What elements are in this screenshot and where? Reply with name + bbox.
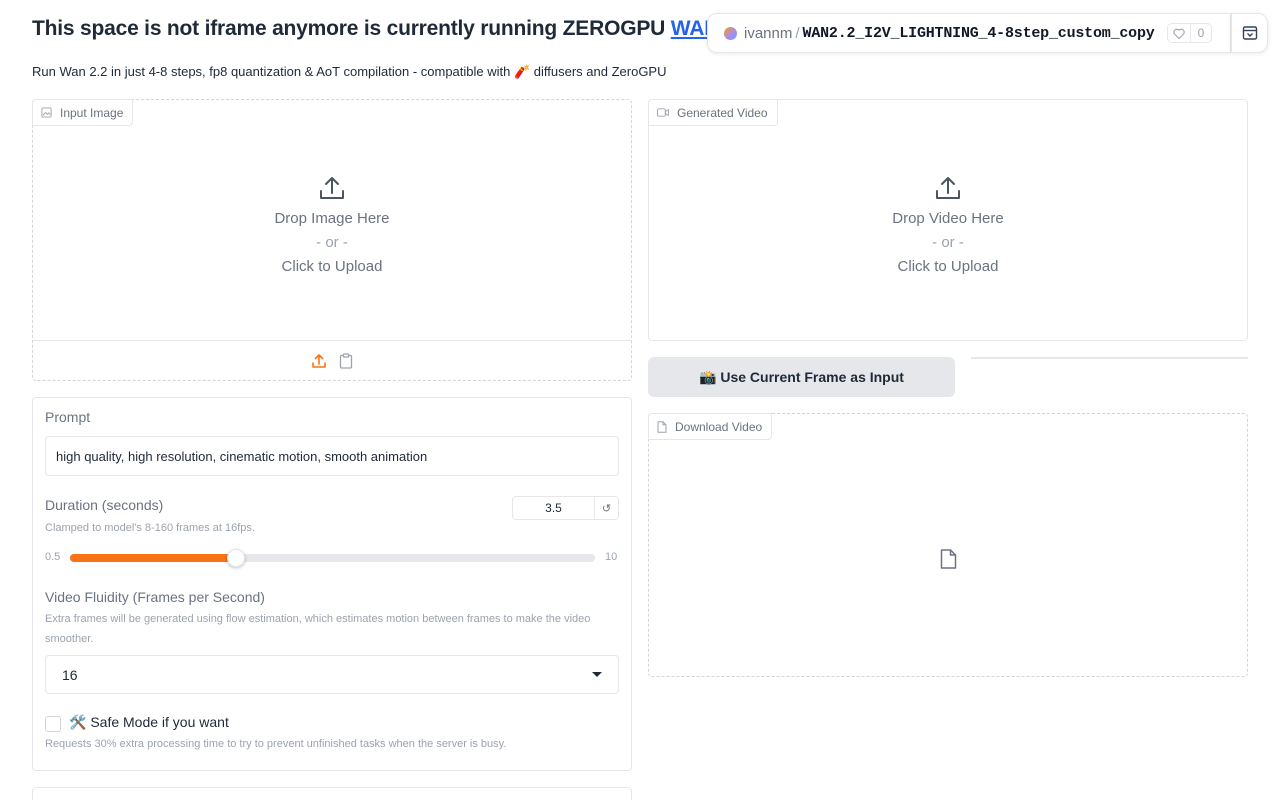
drop-video-text: Drop Video Here (892, 210, 1004, 227)
generated-video-label: Generated Video (648, 99, 778, 126)
upload-source-icon[interactable] (311, 353, 327, 369)
like-button[interactable]: 0 (1166, 23, 1213, 43)
or-text: - or - (316, 234, 348, 251)
heart-icon (1168, 24, 1191, 42)
video-icon (657, 108, 669, 117)
fps-dropdown[interactable]: 16 (45, 655, 619, 694)
divider (971, 357, 1248, 359)
click-to-upload-text: Click to Upload (897, 258, 999, 275)
slider-fill (70, 554, 236, 562)
input-image-label: Input Image (32, 99, 134, 126)
download-video-block[interactable]: Download Video (648, 413, 1248, 677)
fps-selected-value: 16 (62, 666, 78, 683)
duration-slider[interactable] (70, 549, 595, 567)
page-title: This space is not iframe anymore is curr… (32, 17, 754, 41)
download-video-label-text: Download Video (675, 419, 763, 434)
duration-number-input[interactable]: 3.5 ↺ (512, 496, 619, 520)
input-image-label-text: Input Image (60, 105, 124, 120)
slider-max: 10 (605, 551, 618, 563)
empty-file-icon (940, 549, 957, 569)
space-header-badge: ivannm / WAN2.2_I2V_LIGHTNING_4-8step_cu… (707, 13, 1231, 53)
clipboard-icon[interactable] (339, 352, 353, 369)
video-dropzone[interactable]: Drop Video Here - or - Click to Upload (649, 175, 1247, 279)
safe-mode-label[interactable]: 🛠️ Safe Mode if you want (69, 714, 229, 731)
safe-mode-info: Requests 30% extra processing time to tr… (45, 738, 507, 750)
user-avatar[interactable] (724, 26, 737, 40)
subtitle-text: Run Wan 2.2 in just 4-8 steps, fp8 quant… (32, 64, 514, 79)
prompt-input[interactable]: high quality, high resolution, cinematic… (45, 436, 619, 476)
safe-mode-checkbox[interactable] (45, 716, 61, 732)
file-icon (657, 420, 667, 433)
image-dropzone[interactable]: Drop Image Here - or - Click to Upload (33, 175, 631, 279)
reset-icon[interactable]: ↺ (594, 497, 618, 519)
upload-icon (936, 177, 960, 199)
drop-image-text: Drop Image Here (274, 210, 390, 227)
owner-separator: / (795, 24, 800, 42)
like-count: 0 (1197, 26, 1205, 40)
firecracker-emoji: 🧨 (513, 64, 531, 79)
use-current-frame-button[interactable]: 📸 Use Current Frame as Input (648, 357, 955, 397)
generated-video-block: Generated Video Drop Video Here - or - C… (648, 99, 1248, 341)
slider-thumb[interactable] (226, 549, 245, 567)
advanced-settings-block (32, 787, 632, 800)
image-icon (41, 107, 52, 118)
controls-block: Prompt high quality, high resolution, ci… (32, 397, 632, 771)
chevron-down-icon (592, 672, 602, 677)
click-to-upload-text: Click to Upload (281, 258, 383, 275)
subtitle-text-end: diffusers and ZeroGPU (530, 64, 667, 79)
page-subtitle: Run Wan 2.2 in just 4-8 steps, fp8 quant… (32, 64, 667, 80)
image-source-toolbar (33, 340, 631, 380)
space-name[interactable]: WAN2.2_I2V_LIGHTNING_4-8step_custom_copy (803, 25, 1155, 42)
fps-info: Extra frames will be generated using flo… (45, 613, 591, 645)
or-text: - or - (932, 234, 964, 251)
fps-label: Video Fluidity (Frames per Second) (45, 589, 265, 605)
generated-video-label-text: Generated Video (677, 105, 768, 120)
page-title-text: This space is not iframe anymore is curr… (32, 17, 671, 40)
prompt-label: Prompt (45, 409, 91, 425)
input-image-block: Input Image Drop Image Here - or - Click… (32, 99, 632, 381)
duration-label: Duration (seconds) (45, 497, 164, 513)
collapse-header-button[interactable] (1231, 13, 1268, 53)
download-video-label: Download Video (648, 413, 773, 440)
collapse-icon (1242, 26, 1257, 40)
upload-icon (320, 177, 344, 199)
duration-info: Clamped to model's 8-160 frames at 16fps… (45, 522, 255, 534)
duration-value[interactable]: 3.5 (513, 497, 594, 519)
slider-min: 0.5 (45, 551, 61, 563)
space-owner[interactable]: ivannm (744, 25, 792, 42)
